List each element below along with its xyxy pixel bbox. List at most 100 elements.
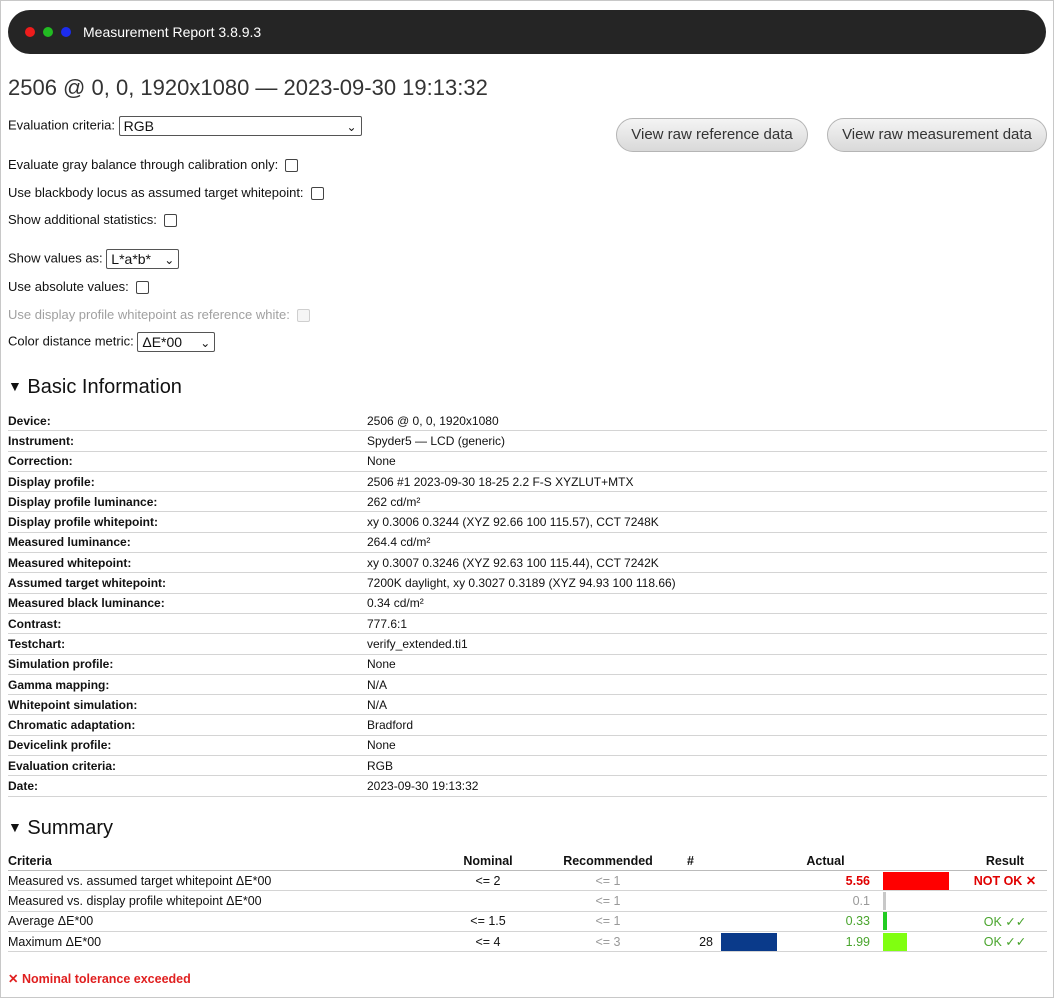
info-row: Simulation profile: None — [8, 654, 1047, 675]
close-dot-icon[interactable] — [25, 27, 35, 37]
summary-row: Measured vs. display profile whitepoint … — [8, 890, 1047, 912]
color-metric-label: Color distance metric: — [8, 333, 134, 349]
info-key: Device: — [8, 411, 367, 432]
actual-header: Actual — [773, 852, 878, 871]
info-key: Whitepoint simulation: — [8, 694, 367, 716]
maximize-dot-icon[interactable] — [61, 27, 71, 37]
info-row: Assumed target whitepoint: 7200K daylight… — [8, 572, 1047, 594]
count-cell: 28 — [668, 931, 713, 953]
info-value: 2023-09-30 19:13:32 — [367, 775, 1047, 797]
info-key: Contrast: — [8, 613, 367, 635]
color-metric-select[interactable]: ΔE*00 ⌄ — [137, 332, 216, 352]
count-header: # — [668, 852, 713, 871]
page-title: 2506 @ 0, 0, 1920x1080 — 2023-09-30 19:1… — [8, 75, 488, 100]
evaluation-criteria-value: RGB — [123, 118, 154, 134]
color-metric-value: ΔE*00 — [142, 334, 183, 350]
count-bar — [721, 932, 777, 951]
actual-cell: 0.33 — [773, 911, 878, 932]
basic-information-toggle[interactable]: ▼ Basic Information — [8, 376, 182, 399]
gray-balance-checkbox[interactable] — [285, 159, 299, 173]
info-row: Contrast: 777.6:1 — [8, 613, 1047, 635]
recommended-cell: <= 3 — [548, 931, 668, 953]
minimize-dot-icon[interactable] — [43, 27, 53, 37]
actual-bar-cell — [878, 911, 963, 932]
info-value: xy 0.3007 0.3246 (XYZ 92.63 100 115.44),… — [367, 552, 1047, 574]
info-value: 264.4 cd/m² — [367, 532, 1047, 554]
count-bar-cell — [713, 870, 773, 892]
count-bar-cell — [713, 911, 773, 932]
count-cell — [668, 890, 713, 912]
info-key: Simulation profile: — [8, 654, 367, 675]
info-row: Chromatic adaptation: Bradford — [8, 714, 1047, 736]
show-values-row: Show values as: L*a*b* ⌄ — [8, 249, 180, 269]
evaluation-criteria-label: Evaluation criteria: — [8, 117, 115, 133]
additional-stats-label: Show additional statistics: — [8, 212, 157, 227]
nominal-cell: <= 4 — [428, 931, 548, 953]
criteria-cell: Measured vs. assumed target whitepoint Δ… — [8, 870, 428, 892]
criteria-cell: Maximum ΔE*00 — [8, 931, 428, 953]
info-key: Gamma mapping: — [8, 674, 367, 696]
view-raw-reference-button[interactable]: View raw reference data — [616, 118, 808, 152]
actual-bar-cell — [878, 870, 963, 892]
info-key: Assumed target whitepoint: — [8, 572, 367, 594]
tolerance-note: ✕ Nominal tolerance exceeded — [8, 972, 191, 986]
info-key: Chromatic adaptation: — [8, 714, 367, 736]
info-value: None — [367, 735, 1047, 757]
actual-bar — [883, 912, 887, 931]
result-cell: OK ✓✓ — [963, 931, 1047, 953]
info-value: 2506 @ 0, 0, 1920x1080 — [367, 411, 1047, 432]
info-row: Correction: None — [8, 451, 1047, 472]
info-value: N/A — [367, 674, 1047, 696]
info-row: Testchart: verify_extended.ti1 — [8, 633, 1047, 655]
info-value: 262 cd/m² — [367, 491, 1047, 513]
summary-row: Measured vs. assumed target whitepoint Δ… — [8, 870, 1047, 892]
profile-whitepoint-row: Use display profile whitepoint as refere… — [8, 307, 310, 323]
count-bar-header — [713, 852, 773, 871]
info-key: Instrument: — [8, 430, 367, 452]
actual-cell: 5.56 — [773, 870, 878, 892]
blackbody-checkbox[interactable] — [310, 187, 324, 201]
info-value: 7200K daylight, xy 0.3027 0.3189 (XYZ 94… — [367, 572, 1047, 594]
count-cell — [668, 911, 713, 932]
info-value: verify_extended.ti1 — [367, 633, 1047, 655]
info-value: Spyder5 — LCD (generic) — [367, 430, 1047, 452]
chevron-down-icon: ⌄ — [164, 253, 175, 267]
gray-balance-label: Evaluate gray balance through calibratio… — [8, 157, 279, 172]
info-row: Evaluation criteria: RGB — [8, 755, 1047, 777]
show-values-select[interactable]: L*a*b* ⌄ — [106, 249, 180, 269]
evaluation-criteria-select[interactable]: RGB ⌄ — [118, 116, 362, 136]
info-value: Bradford — [367, 714, 1047, 736]
additional-stats-checkbox[interactable] — [163, 214, 177, 228]
info-key: Display profile luminance: — [8, 491, 367, 513]
blackbody-label: Use blackbody locus as assumed target wh… — [8, 185, 304, 200]
info-key: Correction: — [8, 451, 367, 472]
actual-bar-header — [878, 852, 963, 871]
info-row: Devicelink profile: None — [8, 735, 1047, 757]
basic-information-title: Basic Information — [27, 376, 182, 398]
criteria-header: Criteria — [8, 852, 428, 871]
result-cell: NOT OK ✕ — [963, 870, 1047, 892]
info-key: Measured whitepoint: — [8, 552, 367, 574]
info-row: Date: 2023-09-30 19:13:32 — [8, 775, 1047, 797]
info-key: Measured black luminance: — [8, 593, 367, 614]
actual-bar — [883, 871, 949, 890]
info-key: Testchart: — [8, 633, 367, 655]
count-bar-cell — [713, 931, 777, 953]
window-title: Measurement Report 3.8.9.3 — [83, 24, 262, 40]
summary-header-row: Criteria Nominal Recommended # Actual Re… — [8, 852, 1047, 871]
color-metric-row: Color distance metric: ΔE*00 ⌄ — [8, 332, 216, 352]
additional-stats-row: Show additional statistics: — [8, 212, 177, 228]
info-row: Device: 2506 @ 0, 0, 1920x1080 — [8, 411, 1047, 432]
absolute-values-checkbox[interactable] — [135, 281, 149, 295]
absolute-values-row: Use absolute values: — [8, 279, 149, 295]
info-row: Measured whitepoint: xy 0.3007 0.3246 (XY… — [8, 552, 1047, 574]
info-row: Whitepoint simulation: N/A — [8, 694, 1047, 716]
info-key: Display profile: — [8, 471, 367, 493]
nominal-header: Nominal — [428, 852, 548, 871]
summary-title: Summary — [27, 817, 113, 839]
info-value: 2506 #1 2023-09-30 18-25 2.2 F-S XYZLUT+… — [367, 471, 1047, 493]
view-raw-measurement-button[interactable]: View raw measurement data — [827, 118, 1047, 152]
profile-whitepoint-checkbox — [296, 309, 310, 323]
summary-row: Average ΔE*00 <= 1.5 <= 1 0.33 OK ✓✓ — [8, 911, 1047, 932]
summary-toggle[interactable]: ▼ Summary — [8, 817, 113, 840]
